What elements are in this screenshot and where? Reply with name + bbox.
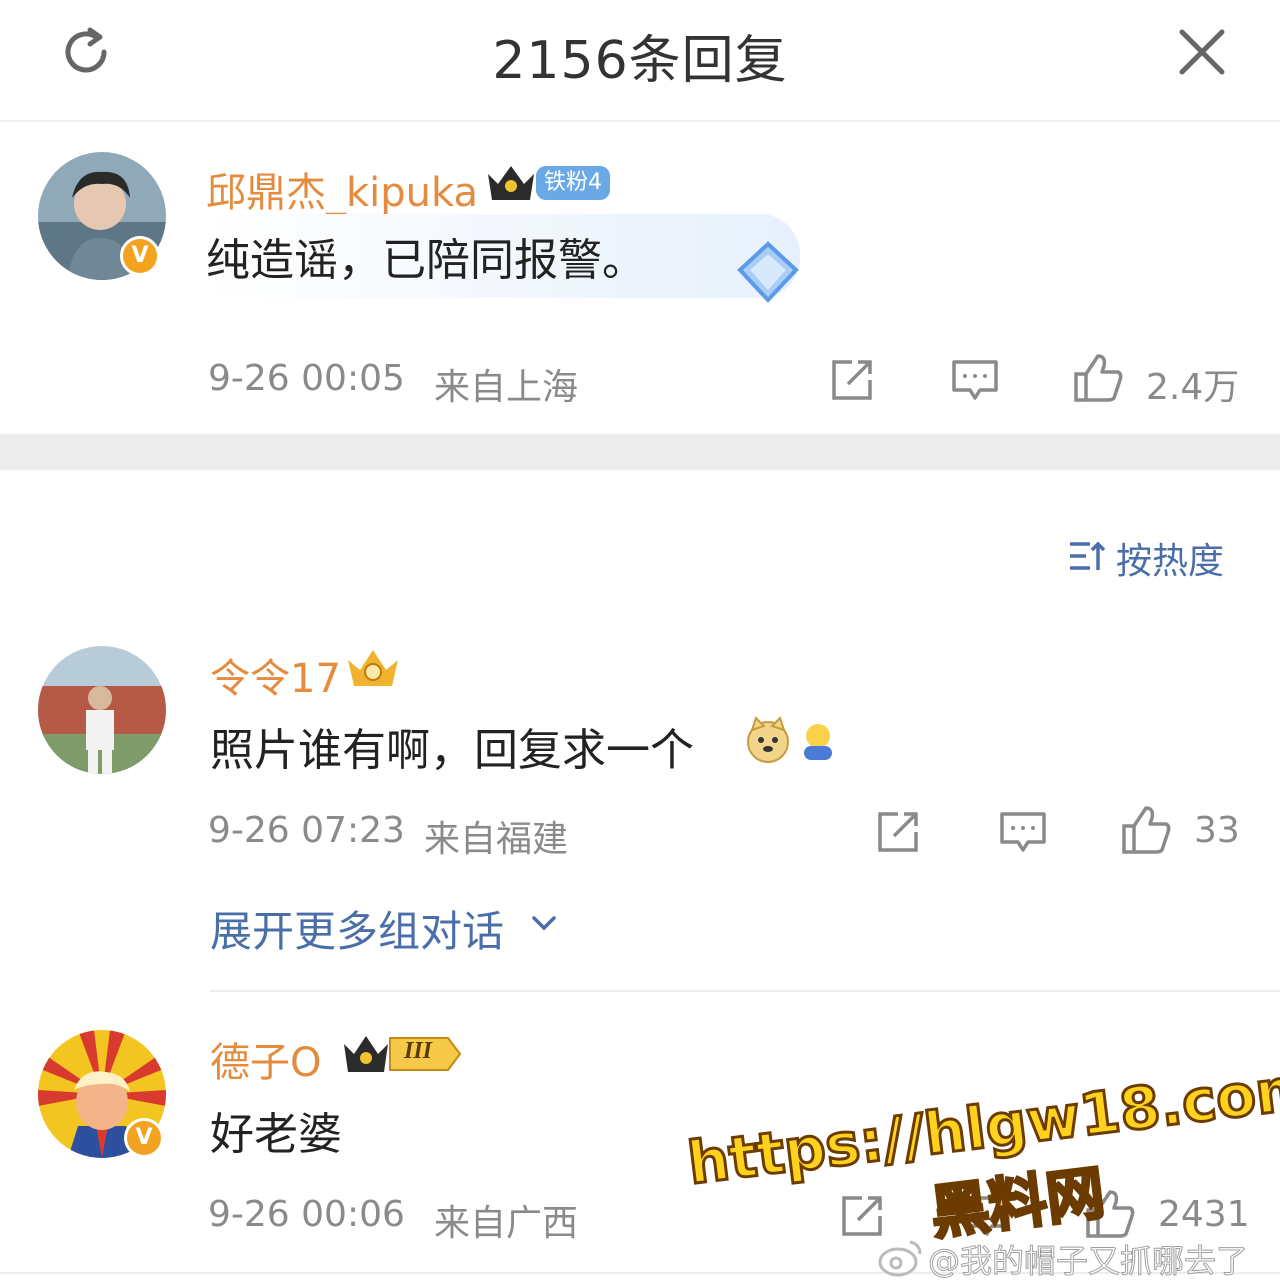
comment-text: 纯造谣，已陪同报警。 <box>206 235 646 286</box>
expand-conversation-link[interactable]: 展开更多组对话 <box>210 898 504 959</box>
watermark-credit: @我的帽子又抓哪去了 <box>927 1242 1249 1281</box>
hug-emoji-icon <box>796 720 840 764</box>
avatar[interactable] <box>38 646 166 774</box>
username[interactable]: 德子O <box>210 1030 321 1088</box>
weibo-logo-icon <box>878 1238 924 1278</box>
like-count: 2.4万 <box>1146 367 1240 408</box>
reply-text: 照片谁有啊，回复求一个 <box>210 725 694 776</box>
level-badge: III <box>340 1030 464 1078</box>
reply-location: 来自广西 <box>434 1203 579 1244</box>
doge-emoji-icon <box>744 716 792 764</box>
like-icon[interactable] <box>1072 352 1126 404</box>
share-icon[interactable] <box>828 356 876 404</box>
fan-badge: 铁粉4 <box>536 166 610 200</box>
share-icon[interactable] <box>874 808 922 856</box>
username[interactable]: 邱鼎杰_kipuka <box>206 160 478 218</box>
comment-location: 来自上海 <box>434 367 579 408</box>
page-title: 2156条回复 <box>492 31 788 91</box>
sort-icon[interactable] <box>1068 536 1108 576</box>
like-count: 2431 <box>1158 1194 1250 1235</box>
divider <box>210 990 1280 992</box>
share-icon[interactable] <box>838 1192 886 1240</box>
like-count: 33 <box>1194 810 1240 851</box>
like-icon[interactable] <box>1120 804 1174 856</box>
diamond-icon <box>730 240 806 306</box>
sort-hot-button[interactable]: 按热度 <box>1116 532 1224 584</box>
verified-badge-icon: V <box>120 236 160 276</box>
verified-badge-icon: V <box>124 1118 164 1158</box>
reply-time: 9-26 07:23 <box>208 810 405 851</box>
reply-time: 9-26 00:06 <box>208 1194 405 1235</box>
level-badge-label: III <box>404 1038 433 1064</box>
crown-icon <box>484 160 538 206</box>
reply-location: 来自福建 <box>424 819 569 860</box>
username[interactable]: 令令17 <box>210 646 341 704</box>
chevron-down-icon[interactable] <box>530 912 558 934</box>
crown-icon <box>344 644 402 692</box>
section-separator <box>0 434 1280 470</box>
comment-icon[interactable] <box>998 808 1048 856</box>
close-icon[interactable] <box>1172 22 1232 82</box>
comment-icon[interactable] <box>950 356 1000 404</box>
comment-time: 9-26 00:05 <box>208 358 405 399</box>
reply-text: 好老婆 <box>210 1109 342 1160</box>
